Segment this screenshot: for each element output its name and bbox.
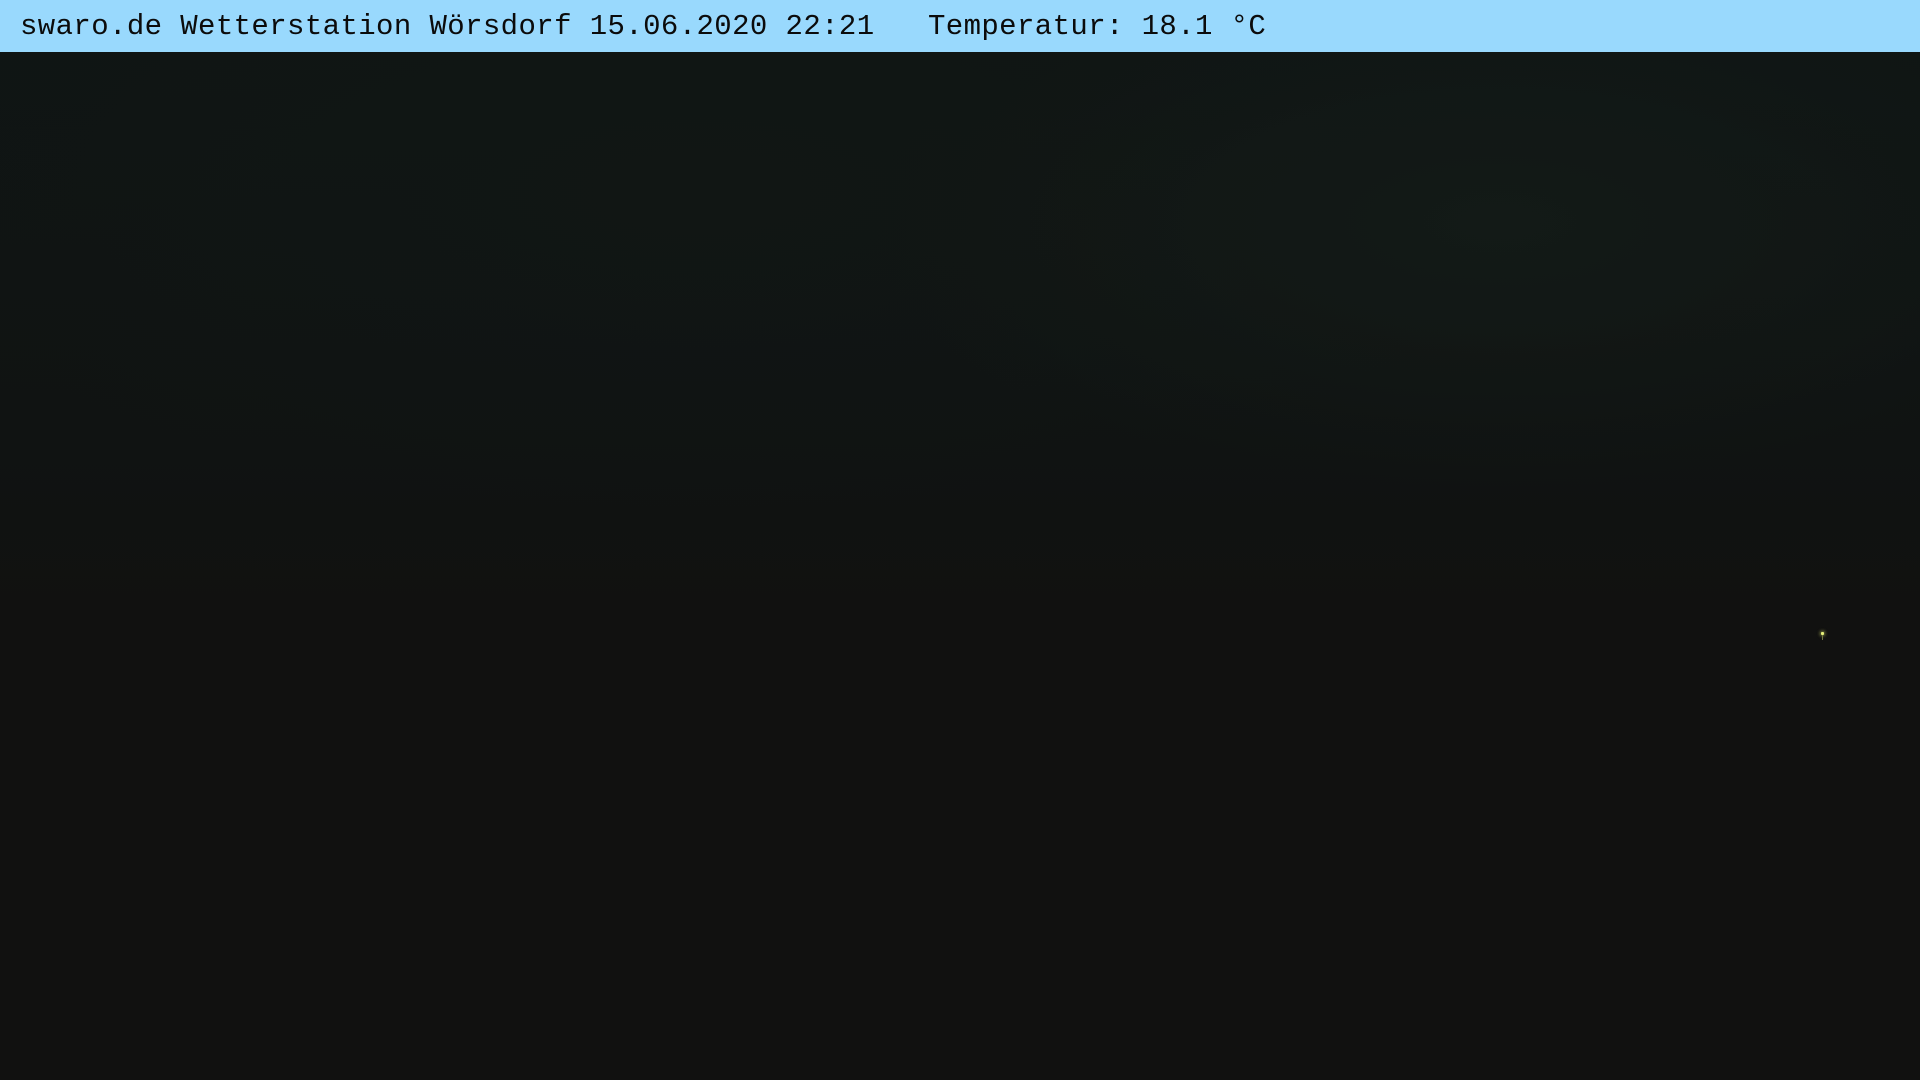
temperature-readout: Temperatur: 18.1 °C	[927, 9, 1267, 43]
station-caption: swaro.de Wetterstation Wörsdorf 15.06.20…	[20, 9, 875, 43]
distant-light-point	[1821, 632, 1824, 640]
webcam-caption-bar: swaro.de Wetterstation Wörsdorf 15.06.20…	[0, 0, 1920, 52]
webcam-frame: swaro.de Wetterstation Wörsdorf 15.06.20…	[0, 0, 1920, 1080]
light-reflection	[1822, 635, 1823, 640]
night-webcam-image	[0, 52, 1920, 1080]
